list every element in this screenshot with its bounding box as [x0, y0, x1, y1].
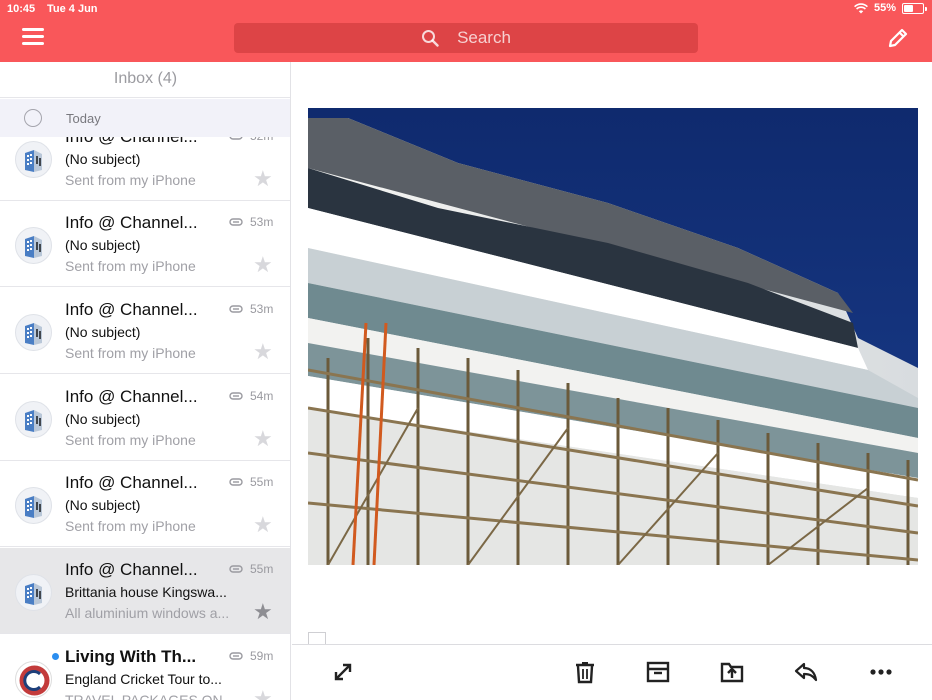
attachment-icon	[229, 392, 243, 400]
sender-avatar	[15, 574, 52, 611]
reply-icon[interactable]	[793, 659, 819, 685]
message-detail-pane	[292, 62, 932, 644]
attachment-icon	[229, 652, 243, 660]
message-row[interactable]: Info @ Channel... 55m (No subject) Sent fro…	[0, 461, 290, 547]
sender-avatar	[15, 487, 52, 524]
attached-photo[interactable]	[308, 108, 918, 565]
message-subject: (No subject)	[65, 151, 141, 167]
star-icon[interactable]: ★	[253, 688, 273, 700]
star-icon[interactable]: ★	[253, 168, 273, 190]
message-time: 55m	[250, 475, 274, 489]
star-icon[interactable]: ★	[253, 514, 273, 536]
message-subject: (No subject)	[65, 411, 141, 427]
sender-avatar	[15, 314, 52, 351]
message-row[interactable]: Info @ Channel... 53m (No subject) Sent fro…	[0, 288, 290, 374]
battery-percent: 55%	[873, 2, 896, 14]
star-icon[interactable]: ★	[253, 428, 273, 450]
move-icon[interactable]	[719, 659, 745, 685]
sender-avatar	[15, 401, 52, 438]
section-header-today: Today	[0, 99, 290, 137]
message-toolbar	[292, 644, 932, 700]
attachment-icon	[229, 565, 243, 573]
battery-icon	[902, 2, 927, 14]
message-preview: All aluminium windows a...	[65, 605, 230, 621]
message-preview: Sent from my iPhone	[65, 172, 196, 188]
search-bar[interactable]: Search	[234, 23, 698, 53]
quoted-text-toggle[interactable]	[308, 632, 326, 644]
more-icon[interactable]	[868, 659, 894, 685]
message-preview: Sent from my iPhone	[65, 345, 196, 361]
message-subject: England Cricket Tour to...	[65, 671, 222, 687]
message-time: 53m	[250, 215, 274, 229]
message-preview: TRAVEL PACKAGES ON...	[65, 692, 235, 700]
message-time: 53m	[250, 302, 274, 316]
message-row[interactable]: Info @ Channel... 53m (No subject) Sent fro…	[0, 201, 290, 287]
compose-icon[interactable]	[886, 26, 910, 50]
message-list-pane: Inbox (4) Today Info @ Channel... 52m (No …	[0, 62, 291, 700]
message-list: Info @ Channel... 52m (No subject) Sent fro…	[0, 137, 290, 700]
star-icon[interactable]: ★	[253, 341, 273, 363]
attachment-icon	[229, 305, 243, 313]
menu-button[interactable]	[22, 28, 44, 48]
attachment-icon	[229, 218, 243, 226]
message-subject: (No subject)	[65, 324, 141, 340]
sender-avatar	[15, 227, 52, 264]
attachment-icon	[229, 137, 243, 140]
unread-dot	[52, 653, 59, 660]
status-right: 55%	[854, 2, 927, 14]
search-placeholder: Search	[457, 28, 511, 47]
sender-name: Info @ Channel...	[65, 300, 198, 319]
star-icon[interactable]: ★	[253, 601, 273, 623]
sender-name: Info @ Channel...	[65, 473, 198, 492]
star-icon[interactable]: ★	[253, 254, 273, 276]
message-time: 55m	[250, 562, 274, 576]
sender-avatar	[15, 661, 52, 698]
message-row[interactable]: Info @ Channel... 54m (No subject) Sent fro…	[0, 375, 290, 461]
sender-name: Info @ Channel...	[65, 213, 198, 232]
sender-avatar	[15, 141, 52, 178]
select-all-circle[interactable]	[24, 109, 42, 127]
status-bar: 10:45 Tue 4 Jun 55%	[0, 0, 932, 18]
building-photo	[308, 108, 918, 565]
message-preview: Sent from my iPhone	[65, 518, 196, 534]
status-time: 10:45	[7, 3, 36, 15]
message-row[interactable]: Info @ Channel... 52m (No subject) Sent fro…	[0, 137, 290, 201]
sender-name: Info @ Channel...	[65, 137, 198, 147]
attachment-icon	[229, 478, 243, 486]
message-subject: Brittania house Kingswa...	[65, 584, 227, 600]
archive-icon[interactable]	[645, 659, 671, 685]
sender-name: Living With Th...	[65, 647, 197, 666]
message-time: 54m	[250, 389, 274, 403]
message-subject: (No subject)	[65, 237, 141, 253]
message-row[interactable]: Info @ Channel... 55m Brittania house King…	[0, 548, 290, 634]
status-date: Tue 4 Jun	[47, 3, 98, 15]
expand-icon[interactable]	[330, 659, 356, 685]
message-time: 59m	[250, 649, 274, 663]
trash-icon[interactable]	[572, 659, 598, 685]
sender-name: Info @ Channel...	[65, 560, 198, 579]
message-row[interactable]: Living With Th... 59m England Cricket Tour…	[0, 635, 290, 700]
wifi-icon	[854, 2, 868, 13]
inbox-title: Inbox (4)	[0, 62, 290, 98]
message-preview: Sent from my iPhone	[65, 432, 196, 448]
message-subject: (No subject)	[65, 497, 141, 513]
message-preview: Sent from my iPhone	[65, 258, 196, 274]
section-label: Today	[66, 111, 101, 126]
app-header: 10:45 Tue 4 Jun 55% Search	[0, 0, 932, 62]
sender-name: Info @ Channel...	[65, 387, 198, 406]
message-time: 52m	[250, 137, 273, 143]
search-icon	[422, 30, 439, 47]
